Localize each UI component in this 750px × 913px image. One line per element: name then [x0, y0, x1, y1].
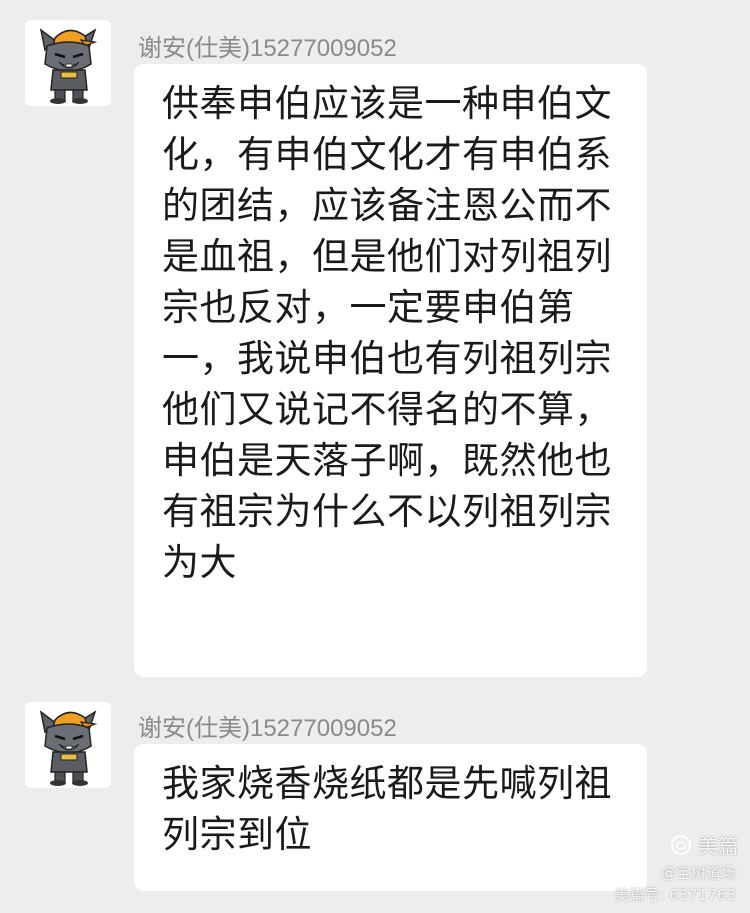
- message-bubble[interactable]: 我家烧香烧纸都是先喊列祖列宗到位: [134, 744, 647, 891]
- grey-wolf-avatar[interactable]: [25, 702, 111, 788]
- watermark-id: 美篇号: 6371763: [614, 886, 736, 904]
- sender-name: 谢安(仕美)15277009052: [138, 715, 397, 742]
- watermark-brand: 美篇: [698, 834, 738, 858]
- message-bubble[interactable]: 供奉申伯应该是一种申伯文化，有申伯文化才有申伯系的团结，应该备注恩公而不是血祖，…: [134, 64, 647, 677]
- grey-wolf-avatar[interactable]: [25, 20, 111, 106]
- sender-name: 谢安(仕美)15277009052: [138, 35, 397, 62]
- meipian-logo-icon: [671, 834, 691, 855]
- meipian-watermark-logo: 美篇: [670, 830, 738, 859]
- wolf-icon: [25, 20, 111, 106]
- watermark-account: @宝树道场: [660, 864, 736, 882]
- chat-window: 谢安(仕美)15277009052 供奉申伯应该是一种申伯文化，有申伯文化才有申…: [0, 0, 750, 913]
- wolf-icon: [25, 702, 111, 788]
